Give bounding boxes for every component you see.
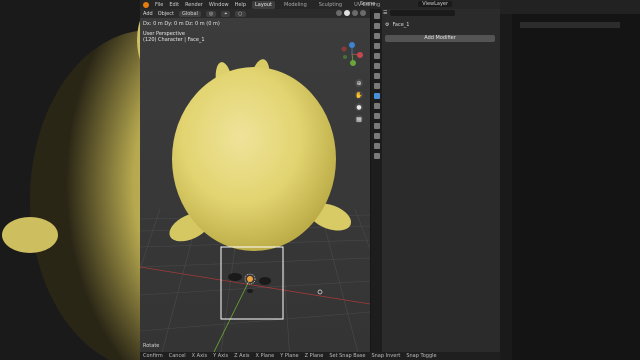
add-modifier-button[interactable]: Add Modifier	[385, 35, 495, 42]
tab-modeling[interactable]: Modeling	[281, 1, 310, 9]
viewport-canvas	[140, 9, 370, 360]
status-z-plane: Z Plane	[304, 353, 324, 359]
top-menu-bar: File Edit Render Window Help Layout Mode…	[140, 0, 500, 9]
editor-type-icon[interactable]: ☰	[383, 10, 387, 16]
material-shading-icon[interactable]	[352, 10, 358, 16]
status-z-axis: Z Axis	[234, 353, 250, 359]
status-cancel: Cancel	[168, 353, 186, 359]
solid-shading-icon[interactable]	[344, 10, 350, 16]
wireframe-shading-icon[interactable]	[336, 10, 342, 16]
physics-tab-icon[interactable]	[373, 113, 380, 119]
wrench-icon: ⚙	[385, 22, 390, 28]
scene-field[interactable]: Scene	[360, 1, 375, 7]
constraints-tab-icon[interactable]	[373, 123, 380, 129]
view-layer-field[interactable]: ViewLayer	[418, 1, 453, 7]
material-tab-icon[interactable]	[373, 143, 380, 149]
pan-hand-icon[interactable]: ✋	[355, 91, 363, 99]
grid-icon[interactable]: ▦	[355, 115, 363, 123]
render-tab-icon[interactable]	[373, 23, 380, 29]
status-snap-toggle: Snap Toggle	[406, 353, 437, 359]
page: File Edit Render Window Help Layout Mode…	[0, 0, 640, 360]
menu-file[interactable]: File	[155, 2, 163, 8]
blurred-left-backdrop	[0, 0, 140, 360]
object-name: Face_1	[392, 22, 410, 28]
3d-viewport[interactable]: Add Object Global ◎ ⌖ ○ Dx: 0 m Dy: 0 m …	[140, 9, 370, 360]
collection-tab-icon[interactable]	[373, 73, 380, 79]
properties-search[interactable]	[390, 10, 456, 16]
blurred-right-backdrop	[500, 0, 640, 360]
world-tab-icon[interactable]	[373, 63, 380, 69]
properties-editor: ☰ ⚙ Face_1 Add Modifier	[370, 9, 500, 352]
tab-layout[interactable]: Layout	[252, 0, 275, 9]
texture-tab-icon[interactable]	[373, 153, 380, 159]
pivot-point-icon[interactable]: ◎	[205, 10, 217, 17]
transform-readout: Dx: 0 m Dy: 0 m Dz: 0 m (0 m)	[143, 21, 220, 27]
tab-sculpting[interactable]: Sculpting	[316, 1, 345, 9]
object-info-label: (120) Character | Face_1	[143, 37, 205, 43]
menu-edit[interactable]: Edit	[169, 2, 179, 8]
status-confirm: Confirm	[143, 353, 163, 359]
status-x-plane: X Plane	[255, 353, 275, 359]
viewport-nav-tools: ⊕ ✋ ● ▦	[355, 79, 363, 123]
properties-tabs	[371, 9, 382, 352]
tool-tab-icon[interactable]	[373, 13, 380, 19]
scene-tab-icon[interactable]	[373, 53, 380, 59]
shading-mode-group	[336, 10, 366, 16]
output-tab-icon[interactable]	[373, 33, 380, 39]
viewport-header: Add Object Global ◎ ⌖ ○	[140, 9, 370, 18]
transform-orientation-dropdown[interactable]: Global	[178, 10, 201, 17]
status-y-plane: Y Plane	[280, 353, 299, 359]
view-layer-tab-icon[interactable]	[373, 43, 380, 49]
camera-icon[interactable]: ●	[355, 103, 363, 111]
status-y-axis: Y Axis	[213, 353, 229, 359]
status-snap-base: Set Snap Base	[329, 353, 366, 359]
object-tab-icon[interactable]	[373, 83, 380, 89]
status-bar: Confirm Cancel X Axis Y Axis Z Axis X Pl…	[140, 352, 500, 360]
zoom-icon[interactable]: ⊕	[355, 79, 363, 87]
particles-tab-icon[interactable]	[373, 103, 380, 109]
blender-logo-icon[interactable]	[143, 1, 149, 8]
data-tab-icon[interactable]	[373, 133, 380, 139]
menu-render[interactable]: Render	[185, 2, 203, 8]
menu-window[interactable]: Window	[209, 2, 229, 8]
operation-label: Rotate	[143, 343, 160, 349]
rendered-shading-icon[interactable]	[360, 10, 366, 16]
object-row: ⚙ Face_1	[385, 21, 495, 29]
status-x-axis: X Axis	[191, 353, 208, 359]
view-info: User Perspective (120) Character | Face_…	[143, 31, 205, 43]
menu-help[interactable]: Help	[235, 2, 246, 8]
add-menu[interactable]: Add	[143, 11, 153, 17]
properties-header: ☰	[383, 9, 500, 17]
status-snap-invert: Snap Invert	[371, 353, 401, 359]
proportional-edit-icon[interactable]: ○	[235, 10, 246, 17]
scene-selector: Scene ViewLayer	[360, 1, 453, 7]
blender-window: File Edit Render Window Help Layout Mode…	[140, 0, 500, 360]
snap-icon[interactable]: ⌖	[221, 10, 231, 17]
modifier-tab-icon[interactable]	[373, 93, 380, 99]
object-menu[interactable]: Object	[158, 11, 174, 17]
